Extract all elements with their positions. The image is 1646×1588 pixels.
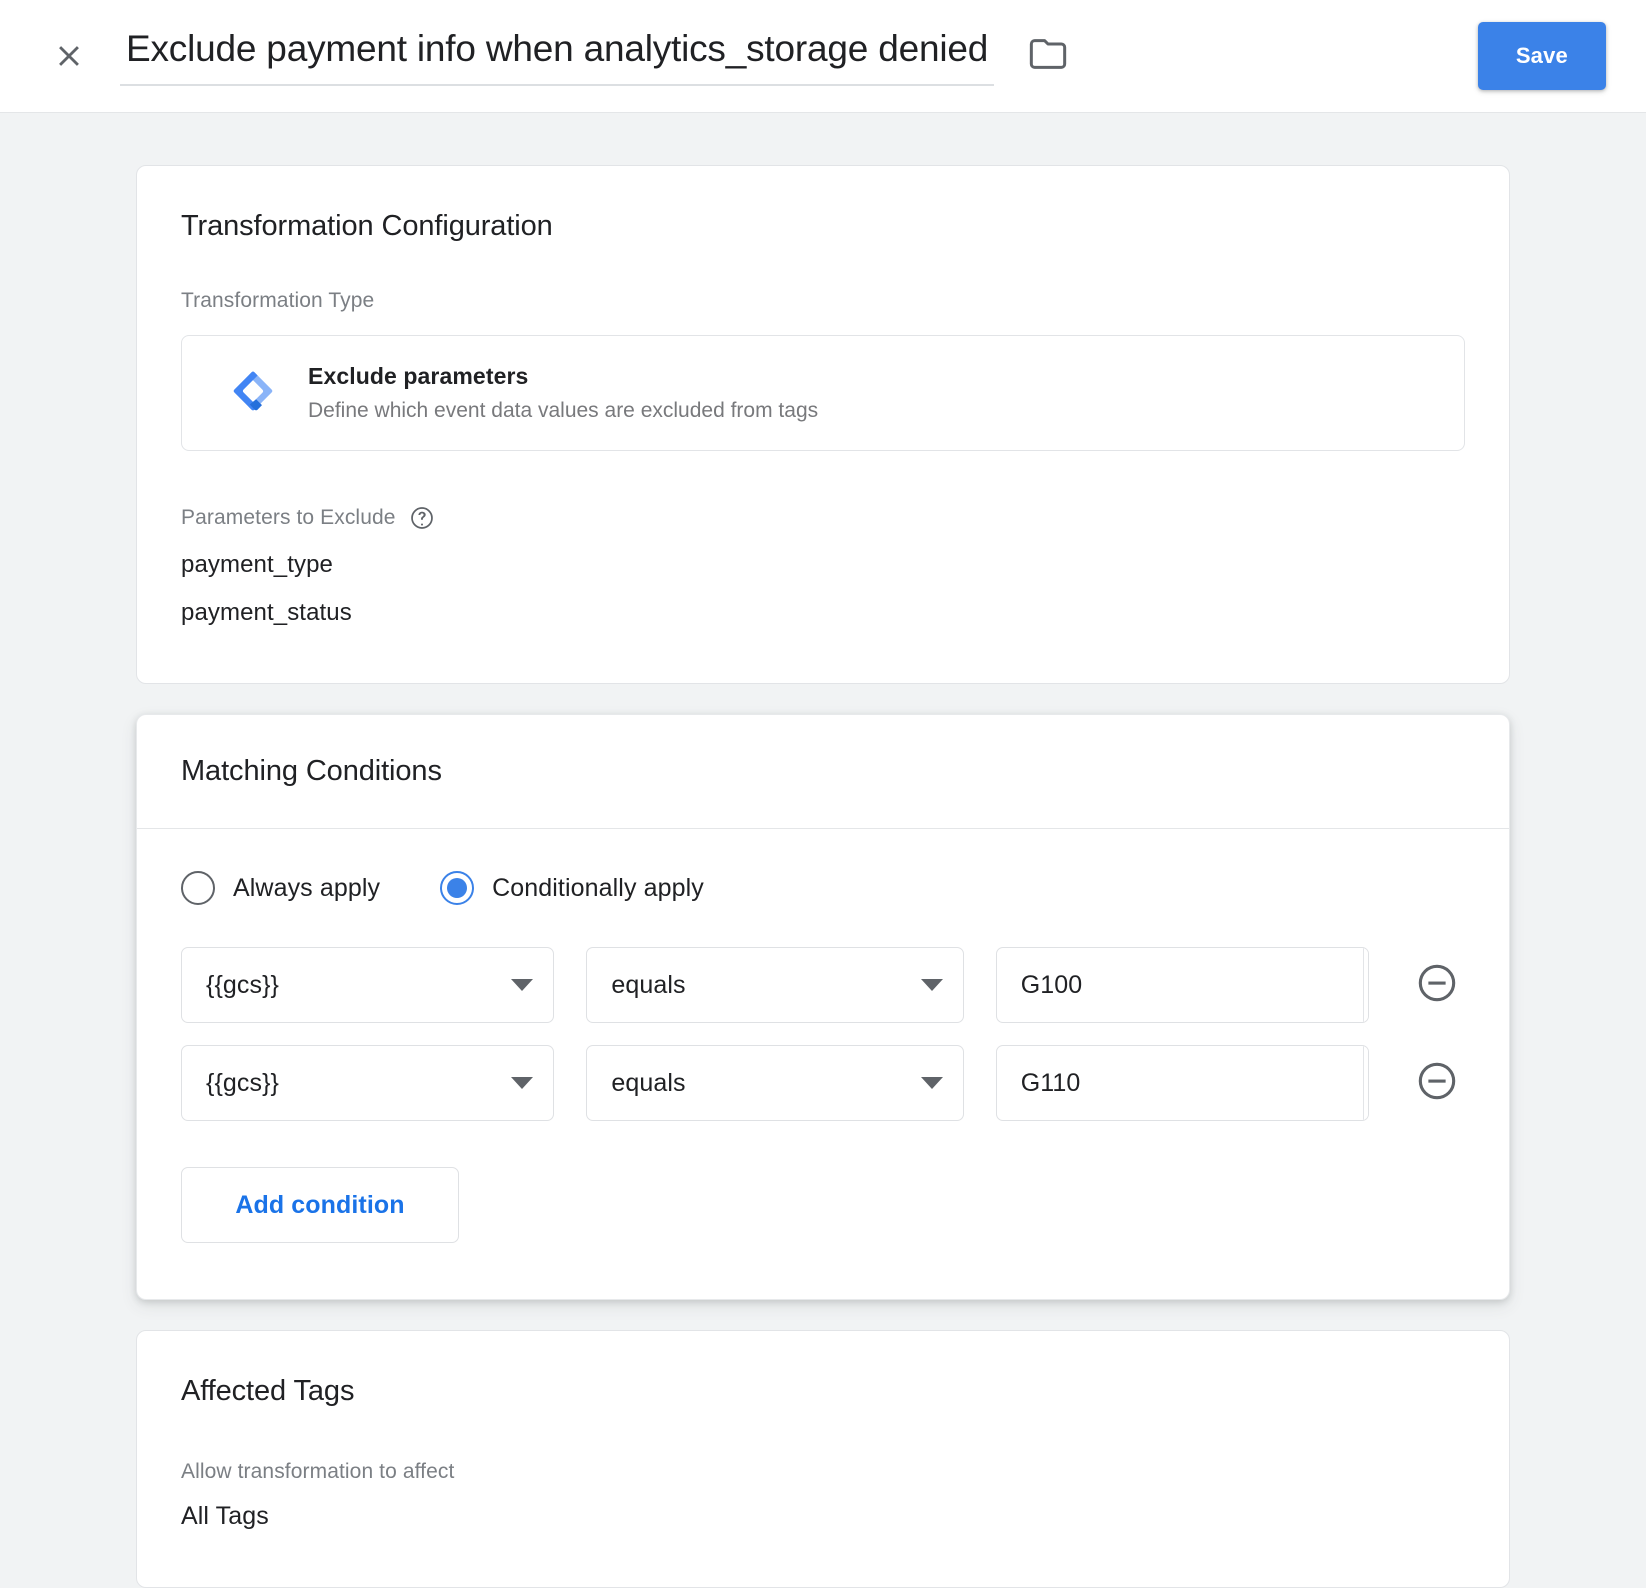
condition-value-input[interactable] [996, 1046, 1363, 1120]
condition-operator-select[interactable]: equals [586, 1045, 964, 1121]
radio-always-apply-label: Always apply [233, 873, 381, 902]
condition-value-input[interactable] [996, 948, 1363, 1022]
affected-tags-allow-value: All Tags [181, 1502, 269, 1530]
transformation-type-name: Exclude parameters [308, 362, 529, 389]
radio-conditionally-apply[interactable]: Conditionally apply [440, 871, 704, 905]
condition-value-group [995, 947, 1369, 1023]
condition-row: {{gcs}} equals [181, 947, 1465, 1023]
apply-mode-radio-group: Always apply Conditionally apply [181, 871, 1465, 905]
matching-conditions-body: Always apply Conditionally apply {{gcs}}… [137, 829, 1509, 1299]
affected-tags-allow-label: Allow transformation to affect [181, 1460, 455, 1483]
condition-operator-select[interactable]: equals [586, 947, 964, 1023]
condition-variable-select[interactable]: {{gcs}} [181, 947, 555, 1023]
minus-circle-icon [1415, 961, 1459, 1010]
condition-value-group [995, 1045, 1369, 1121]
radio-always-apply-icon [181, 871, 215, 905]
transformation-type-selector[interactable]: Exclude parameters Define which event da… [181, 335, 1465, 451]
affected-tags-title: Affected Tags [181, 1375, 355, 1407]
matching-conditions-card: Matching Conditions Always apply Conditi… [136, 714, 1510, 1300]
affected-tags-card: Affected Tags Allow transformation to af… [136, 1330, 1510, 1588]
page-body: Transformation Configuration Transformat… [0, 113, 1646, 1588]
radio-conditionally-apply-icon [440, 871, 475, 905]
chevron-down-icon [920, 979, 943, 991]
condition-variable-value: {{gcs}} [206, 1068, 280, 1097]
gtm-diamond-icon [230, 368, 276, 419]
transformation-type-description: Define which event data values are exclu… [308, 398, 819, 422]
condition-operator-value: equals [611, 970, 686, 999]
condition-variable-value: {{gcs}} [206, 970, 280, 999]
parameters-to-exclude-label: Parameters to Exclude [181, 506, 396, 529]
transformation-type-label: Transformation Type [181, 289, 375, 312]
radio-conditionally-apply-label: Conditionally apply [492, 873, 704, 902]
close-button[interactable] [46, 33, 92, 79]
condition-row: {{gcs}} equals [181, 1045, 1465, 1121]
parameter-value: payment_type [181, 551, 333, 578]
lego-brick-plus-icon[interactable] [1362, 948, 1368, 1022]
radio-always-apply[interactable]: Always apply [181, 871, 380, 905]
chevron-down-icon [511, 1077, 534, 1089]
folder-icon [1028, 34, 1068, 79]
chevron-down-icon [920, 1077, 943, 1089]
matching-conditions-header: Matching Conditions [137, 715, 1509, 829]
parameters-to-exclude-label-row: Parameters to Exclude [181, 505, 1465, 531]
remove-condition-button[interactable] [1409, 957, 1465, 1013]
condition-variable-select[interactable]: {{gcs}} [181, 1045, 555, 1121]
remove-condition-button[interactable] [1409, 1055, 1465, 1111]
condition-operator-value: equals [611, 1068, 686, 1097]
save-button[interactable]: Save [1477, 22, 1606, 90]
parameter-value: payment_status [181, 599, 352, 626]
folder-button[interactable] [1022, 30, 1074, 82]
lego-brick-plus-icon[interactable] [1362, 1046, 1368, 1120]
help-circle-icon[interactable] [409, 505, 435, 531]
chevron-down-icon [511, 979, 534, 991]
close-icon [52, 39, 86, 73]
transformation-name-input[interactable]: Exclude payment info when analytics_stor… [120, 26, 995, 86]
app-header: Exclude payment info when analytics_stor… [0, 0, 1646, 113]
matching-conditions-title: Matching Conditions [181, 755, 442, 787]
title-area: Exclude payment info when analytics_stor… [120, 26, 1478, 86]
add-condition-button[interactable]: Add condition [181, 1167, 459, 1243]
transformation-configuration-title: Transformation Configuration [181, 210, 553, 242]
minus-circle-icon [1415, 1059, 1459, 1108]
transformation-configuration-card: Transformation Configuration Transformat… [136, 165, 1510, 684]
